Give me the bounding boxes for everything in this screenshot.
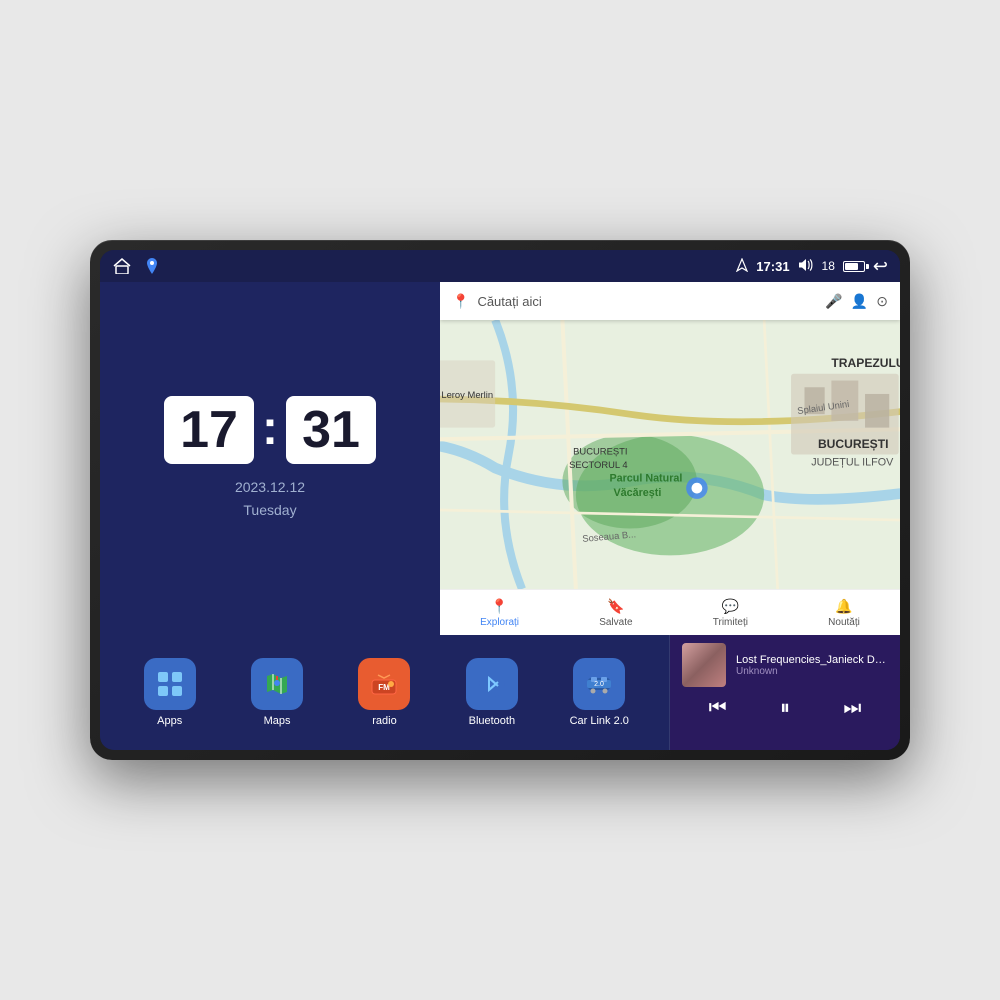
- back-icon[interactable]: ↩: [873, 256, 888, 277]
- map-nav-salvate-label: Salvate: [599, 617, 632, 628]
- map-nav-trimiteti[interactable]: 💬 Trimiteți: [713, 598, 748, 628]
- map-layers-icon[interactable]: ⊙: [876, 293, 888, 310]
- status-right-icons: 17:31 18 ↩: [736, 256, 888, 277]
- album-art: [682, 643, 726, 687]
- app-item-apps[interactable]: Apps: [140, 658, 200, 727]
- apps-icon: [144, 658, 196, 710]
- svg-text:BUCUREȘTI: BUCUREȘTI: [573, 446, 627, 457]
- music-controls: ⏮ ⏸ ⏭: [682, 693, 888, 724]
- map-search-pin-icon: 📍: [452, 293, 469, 310]
- map-nav-trimiteti-label: Trimiteți: [713, 617, 748, 628]
- svg-text:SECTORUL 4: SECTORUL 4: [569, 459, 628, 470]
- svg-text:Văcărești: Văcărești: [614, 487, 662, 499]
- status-time: 17:31: [756, 259, 789, 274]
- music-info: Lost Frequencies_Janieck Devy-... Unknow…: [682, 643, 888, 687]
- carlink-icon: 2.0: [573, 658, 625, 710]
- map-nav-noutati-label: Noutăți: [828, 617, 860, 628]
- map-widget[interactable]: 📍 Căutați aici 🎤 👤 ⊙: [440, 282, 900, 635]
- app-item-bluetooth[interactable]: Bluetooth: [462, 658, 522, 727]
- bluetooth-label: Bluetooth: [469, 715, 515, 727]
- carlink-label: Car Link 2.0: [570, 715, 629, 727]
- music-play-pause-button[interactable]: ⏸: [772, 693, 798, 724]
- clock-minutes: 31: [286, 396, 376, 464]
- map-nav-salvate[interactable]: 🔖 Salvate: [599, 598, 632, 628]
- map-body[interactable]: TRAPEZULUI BUCUREȘTI JUDEȚUL ILFOV BERCE…: [440, 320, 900, 589]
- battery-level: 18: [822, 259, 835, 273]
- map-saved-icon: 🔖: [607, 598, 624, 615]
- map-search-bar[interactable]: 📍 Căutați aici 🎤 👤 ⊙: [440, 282, 900, 320]
- app-item-maps[interactable]: Maps: [247, 658, 307, 727]
- maps-label: Maps: [264, 715, 291, 727]
- svg-text:TRAPEZULUI: TRAPEZULUI: [831, 356, 900, 370]
- volume-icon[interactable]: [798, 258, 814, 275]
- battery-icon: [843, 261, 865, 272]
- bluetooth-icon: [466, 658, 518, 710]
- main-content: 17 : 31 2023.12.12 Tuesday 📍 Căutați aic…: [100, 282, 900, 750]
- map-send-icon: 💬: [722, 598, 739, 615]
- car-head-unit: 17:31 18 ↩: [90, 240, 910, 760]
- music-title: Lost Frequencies_Janieck Devy-...: [736, 654, 888, 666]
- map-account-icon[interactable]: 👤: [851, 293, 868, 310]
- map-bottom-bar: 📍 Explorați 🔖 Salvate 💬 Trimiteți �: [440, 589, 900, 635]
- music-prev-button[interactable]: ⏮: [701, 693, 735, 724]
- location-icon[interactable]: [142, 256, 162, 276]
- status-left-icons: [112, 256, 162, 276]
- map-search-right-icons: 🎤 👤 ⊙: [825, 293, 888, 310]
- map-news-icon: 🔔: [835, 598, 852, 615]
- music-text: Lost Frequencies_Janieck Devy-... Unknow…: [736, 654, 888, 677]
- map-nav-noutati[interactable]: 🔔 Noutăți: [828, 598, 860, 628]
- screen: 17:31 18 ↩: [100, 250, 900, 750]
- svg-text:2.0: 2.0: [594, 681, 604, 688]
- app-item-radio[interactable]: FM radio: [354, 658, 414, 727]
- map-mic-icon[interactable]: 🎤: [825, 293, 842, 310]
- svg-text:BUCUREȘTI: BUCUREȘTI: [818, 437, 889, 451]
- clock-widget: 17 : 31 2023.12.12 Tuesday: [100, 282, 440, 635]
- nav-signal-icon: [736, 258, 748, 275]
- map-explore-icon: 📍: [491, 598, 508, 615]
- album-art-image: [682, 643, 726, 687]
- music-next-button[interactable]: ⏭: [835, 693, 869, 724]
- apps-label: Apps: [157, 715, 182, 727]
- svg-text:JUDEȚUL ILFOV: JUDEȚUL ILFOV: [811, 456, 894, 468]
- clock-display: 17 : 31: [164, 396, 376, 464]
- music-player: Lost Frequencies_Janieck Devy-... Unknow…: [670, 635, 900, 750]
- map-nav-explorare-label: Explorați: [480, 617, 519, 628]
- apps-area: Apps Maps: [100, 635, 669, 750]
- radio-label: radio: [372, 715, 396, 727]
- svg-text:Leroy Merlin: Leroy Merlin: [441, 389, 493, 400]
- map-search-input[interactable]: Căutați aici: [477, 294, 817, 309]
- clock-date: 2023.12.12 Tuesday: [235, 476, 305, 521]
- status-bar: 17:31 18 ↩: [100, 250, 900, 282]
- radio-icon: FM: [358, 658, 410, 710]
- clock-colon: :: [262, 401, 278, 456]
- home-icon[interactable]: [112, 256, 132, 276]
- svg-text:Parcul Natural: Parcul Natural: [609, 472, 682, 484]
- top-section: 17 : 31 2023.12.12 Tuesday 📍 Căutați aic…: [100, 282, 900, 635]
- map-nav-explorare[interactable]: 📍 Explorați: [480, 598, 519, 628]
- clock-hours: 17: [164, 396, 254, 464]
- bottom-section: Apps Maps: [100, 635, 900, 750]
- music-artist: Unknown: [736, 666, 888, 677]
- app-item-carlink[interactable]: 2.0 Car Link 2.0: [569, 658, 629, 727]
- maps-icon: [251, 658, 303, 710]
